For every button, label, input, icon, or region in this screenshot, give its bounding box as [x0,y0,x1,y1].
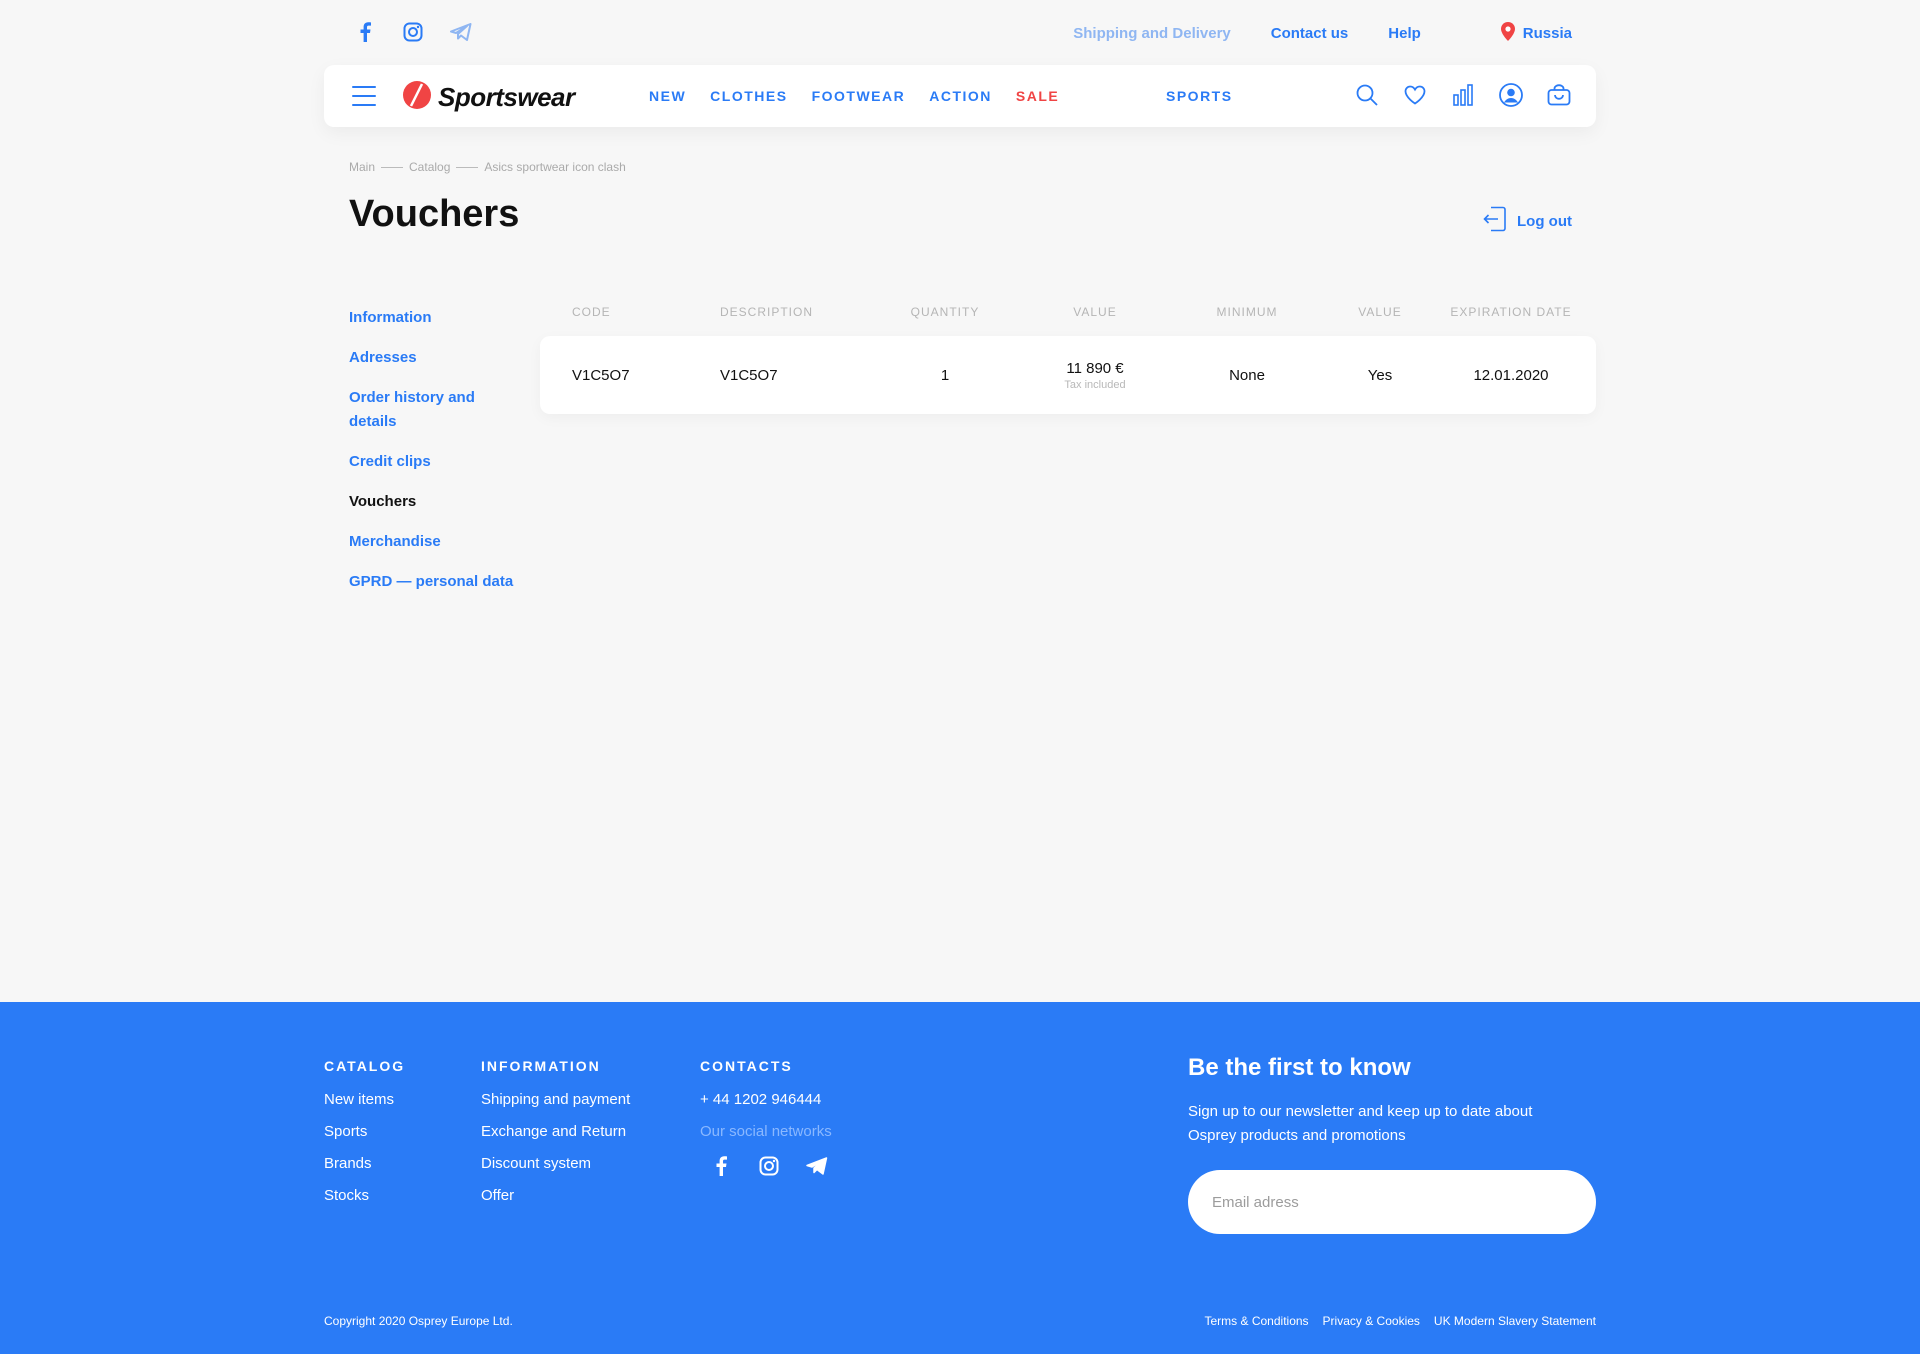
bag-icon[interactable] [1546,82,1572,108]
footer-link-stocks[interactable]: Stocks [324,1186,405,1206]
breadcrumb-catalog[interactable]: Catalog [409,160,450,174]
cell-value-amount: 11 890 € [1066,359,1124,377]
header-expiration: EXPIRATION DATE [1450,305,1572,319]
instagram-icon[interactable] [756,1154,782,1178]
sidebar-item-adresses[interactable]: Adresses [349,346,519,370]
cell-value-2: Yes [1367,366,1393,384]
menu-icon[interactable] [352,86,376,106]
location-pin-icon [1500,22,1515,45]
footer-link-shipping-payment[interactable]: Shipping and payment [481,1090,630,1110]
newsletter: Be the first to know Sign up to our news… [1188,1054,1596,1234]
email-field[interactable] [1188,1170,1596,1234]
table-header: CODE DESCRIPTION QUANTITY VALUE MINIMUM … [540,300,1596,324]
top-bar: Shipping and Delivery Contact us Help Ru… [324,0,1596,64]
account-sidebar: Information Adresses Order history and d… [349,306,519,610]
footer-contacts-title: CONTACTS [700,1058,793,1074]
header-code: CODE [572,305,611,319]
footer-link-new-items[interactable]: New items [324,1090,405,1110]
nav-sale[interactable]: SALE [1016,88,1059,104]
telegram-icon[interactable] [448,20,474,44]
logout-icon [1483,206,1507,236]
sidebar-item-merchandise[interactable]: Merchandise [349,530,519,554]
user-icon[interactable] [1498,82,1524,108]
footer-catalog-title: CATALOG [324,1058,406,1074]
breadcrumb-main[interactable]: Main [349,160,375,174]
newsletter-text-line1: Sign up to our newsletter and keep up to… [1188,1103,1533,1120]
footer-link-discount-system[interactable]: Discount system [481,1154,630,1174]
compare-icon[interactable] [1450,82,1476,108]
heart-icon[interactable] [1402,82,1428,108]
footer: CATALOG New items Sports Brands Stocks I… [0,1002,1920,1354]
facebook-icon[interactable] [708,1154,734,1178]
header-value: VALUE [1073,305,1117,319]
header-value-2: VALUE [1358,305,1402,319]
newsletter-title: Be the first to know [1188,1054,1411,1081]
region-selector[interactable]: Russia [1500,22,1572,45]
footer-phone[interactable]: + 44 1202 946444 [700,1090,832,1110]
nav-new[interactable]: NEW [649,88,686,104]
footer-social-label: Our social networks [700,1123,832,1140]
logo[interactable]: Sportswear [402,80,575,115]
sidebar-item-gprd[interactable]: GPRD — personal data [349,570,519,594]
footer-social-links [708,1154,832,1178]
breadcrumb-separator [381,166,404,168]
footer-link-exchange-return[interactable]: Exchange and Return [481,1122,630,1142]
logo-text: Sportswear [438,82,575,112]
region-label: Russia [1522,25,1572,42]
cell-expiration: 12.01.2020 [1473,366,1549,384]
nav-action[interactable]: ACTION [929,88,992,104]
shipping-delivery-link[interactable]: Shipping and Delivery [1073,25,1231,42]
vouchers-table: CODE DESCRIPTION QUANTITY VALUE MINIMUM … [540,300,1596,414]
header-quantity: QUANTITY [910,305,980,319]
modern-slavery-link[interactable]: UK Modern Slavery Statement [1434,1314,1596,1328]
footer-information-title: INFORMATION [481,1058,601,1074]
legal-links: Terms & Conditions Privacy & Cookies UK … [1205,1314,1597,1328]
logo-mark-icon [402,80,432,115]
terms-link[interactable]: Terms & Conditions [1205,1314,1309,1328]
logout-label: Log out [1517,212,1572,230]
main-header: Sportswear NEW CLOTHES FOOTWEAR ACTION S… [324,65,1596,127]
nav-sports[interactable]: SPORTS [1166,88,1233,104]
footer-link-offer[interactable]: Offer [481,1186,630,1206]
cell-value: 11 890 € Tax included [1030,360,1160,391]
main-nav: NEW CLOTHES FOOTWEAR ACTION SALE [649,88,1083,104]
facebook-icon[interactable] [352,20,378,44]
search-icon[interactable] [1354,82,1380,108]
cell-description: V1C5O7 [720,366,778,384]
footer-information: INFORMATION Shipping and payment Exchang… [481,1058,630,1218]
cell-code: V1C5O7 [572,366,630,384]
logout-button[interactable]: Log out [1483,206,1572,236]
breadcrumb-current[interactable]: Asics sportwear icon clash [484,160,625,174]
page-title: Vouchers [349,193,520,235]
telegram-icon[interactable] [804,1154,830,1178]
sidebar-item-information[interactable]: Information [349,306,519,330]
footer-link-brands[interactable]: Brands [324,1154,405,1174]
newsletter-text-line2: Osprey products and promotions [1188,1127,1406,1144]
copyright: Copyright 2020 Osprey Europe Ltd. [324,1314,513,1328]
table-row: V1C5O7 V1C5O7 1 11 890 € Tax included No… [540,336,1596,414]
contact-us-link[interactable]: Contact us [1271,25,1349,42]
header-icons [1354,82,1572,108]
cell-value-note: Tax included [1064,378,1126,391]
sidebar-item-vouchers[interactable]: Vouchers [349,490,519,514]
sidebar-item-order-history[interactable]: Order history and details [349,386,519,434]
top-links: Shipping and Delivery Contact us Help Ru… [1073,22,1572,45]
header-description: DESCRIPTION [720,305,814,319]
cell-quantity: 1 [940,366,950,384]
nav-footwear[interactable]: FOOTWEAR [812,88,906,104]
footer-link-sports[interactable]: Sports [324,1122,405,1142]
top-social-links [352,20,474,44]
help-link[interactable]: Help [1388,25,1421,42]
sidebar-item-credit-clips[interactable]: Credit clips [349,450,519,474]
header-minimum: MINIMUM [1216,305,1278,319]
footer-contacts: CONTACTS + 44 1202 946444 Our social net… [700,1058,832,1178]
footer-catalog: CATALOG New items Sports Brands Stocks [324,1058,405,1218]
breadcrumb-separator [456,166,479,168]
privacy-link[interactable]: Privacy & Cookies [1323,1314,1420,1328]
instagram-icon[interactable] [400,20,426,44]
cell-minimum: None [1229,366,1265,384]
nav-clothes[interactable]: CLOTHES [710,88,787,104]
breadcrumb: Main Catalog Asics sportwear icon clash [349,160,626,174]
